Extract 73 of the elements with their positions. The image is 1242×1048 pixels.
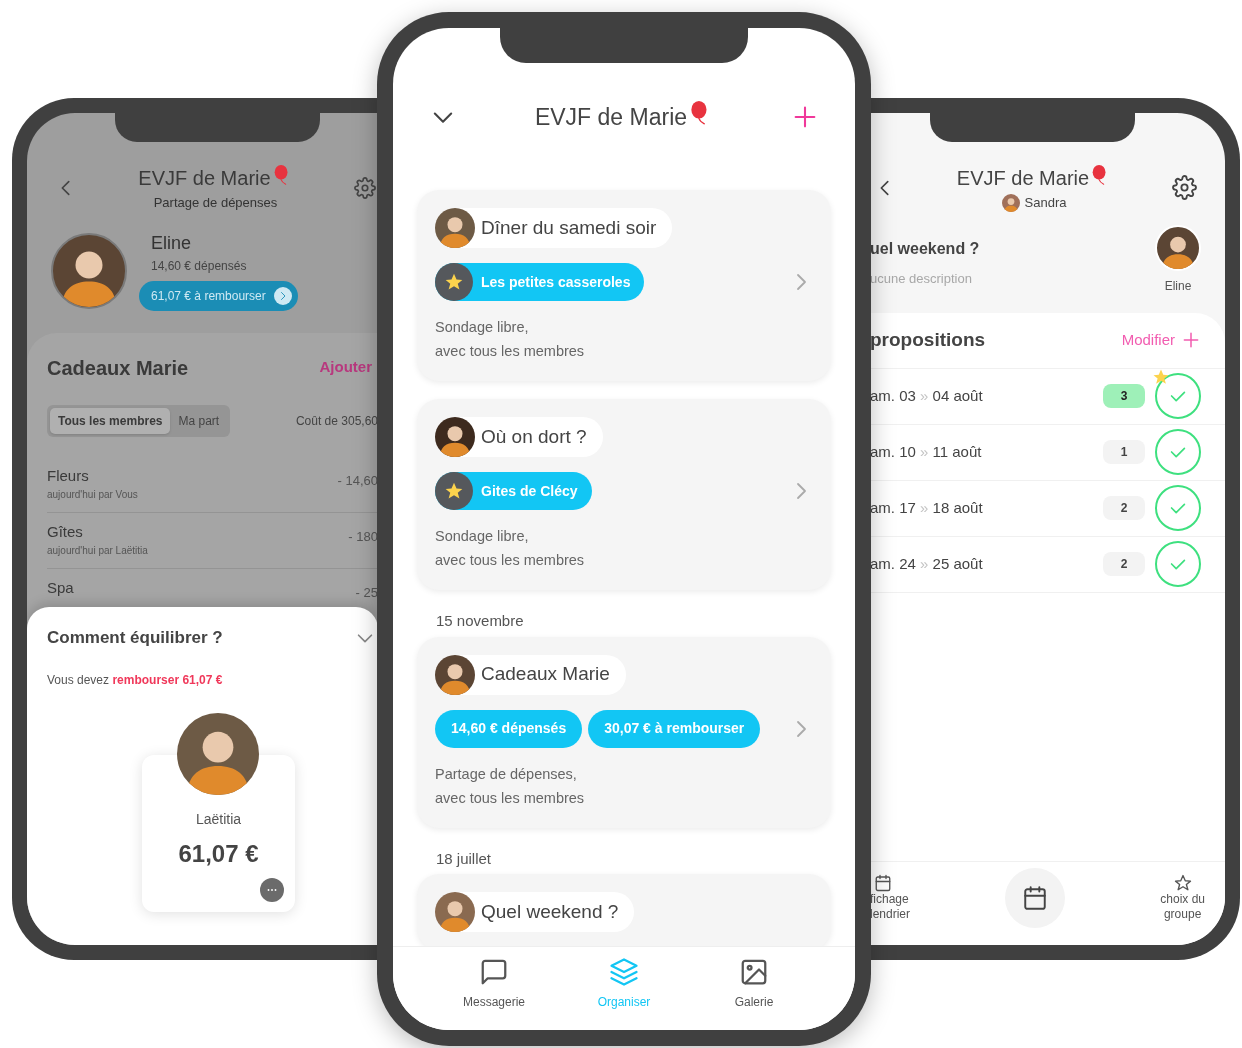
layers-icon <box>609 957 639 987</box>
avatar <box>435 892 475 932</box>
star-icon <box>444 481 464 501</box>
avatar <box>435 417 475 457</box>
balance-sentence: Vous devez rembourser 61,07 € <box>47 671 224 689</box>
star-icon[interactable] <box>1173 874 1192 892</box>
sheet-title: Comment équilibrer ? <box>47 627 223 649</box>
option-dates: am. 24 » 25 août <box>870 553 983 574</box>
calendar-icon[interactable] <box>874 874 892 892</box>
segment-tab[interactable]: Tous les membres <box>50 407 171 434</box>
vote-count: 3 <box>1103 384 1145 408</box>
image-icon <box>739 957 769 987</box>
expense-name: Spa <box>47 577 74 598</box>
screen-title: EVJF de Marie <box>534 102 688 132</box>
card-title: Cadeaux Marie <box>481 662 610 687</box>
poll-title: propositions <box>870 327 986 352</box>
question-description: ucune description <box>870 269 973 288</box>
vote-count: 1 <box>1103 440 1145 464</box>
star-icon <box>444 272 464 292</box>
more-button[interactable] <box>260 878 284 902</box>
expense-amount: - 14,60 <box>337 471 378 490</box>
card-title: Quel weekend ? <box>481 899 619 924</box>
screen-title: EVJF de Marie <box>138 166 271 191</box>
option-dates: am. 03 » 04 août <box>870 385 983 406</box>
settings-icon[interactable] <box>1172 175 1197 201</box>
screen-title: EVJF de Marie <box>956 166 1090 191</box>
event-card[interactable]: Où on dort ? Gites de Clécy Sondage libre, avec tous les membres <box>417 399 831 590</box>
question-title: uel weekend ? <box>870 238 980 259</box>
calendar-icon <box>1022 885 1049 911</box>
expense-detail: aujourd'hui par Laëtitia <box>47 544 148 558</box>
expense-name: Fleurs <box>47 465 90 486</box>
nav-label[interactable]: fichage lendrier <box>870 892 911 922</box>
section-date: 18 juillet <box>435 848 493 869</box>
screen-subtitle: Partage de dépenses <box>153 194 278 212</box>
card-description: Sondage libre, avec tous les membres <box>435 318 586 361</box>
expense-detail: aujourd'hui par Vous <box>47 488 138 502</box>
expense-amount: - 180 <box>348 527 378 546</box>
event-card[interactable]: Cadeaux Marie 14,60 € dépensés 30,07 € à rembourser Partage de dépenses, avec tous les membres <box>417 636 831 828</box>
tag-pill: 30,07 € à rembourser <box>588 709 761 748</box>
tag-pill: 14,60 € dépensés <box>435 709 583 748</box>
vote-count: 2 <box>1103 552 1145 576</box>
avatar <box>1155 224 1201 271</box>
plus-icon <box>1181 330 1201 350</box>
tab[interactable]: Messagerie <box>429 957 559 1030</box>
group-title: Cadeaux Marie <box>47 355 189 381</box>
tab[interactable]: Galerie <box>689 957 819 1030</box>
avatar <box>435 654 475 695</box>
card-title: Où on dort ? <box>481 424 587 449</box>
message-icon <box>479 957 509 987</box>
card-description: Partage de dépenses, avec tous les membres <box>435 764 586 808</box>
creditor-name: Laëtitia <box>195 810 242 829</box>
avatar <box>435 208 475 248</box>
card-title: Dîner du samedi soir <box>481 215 657 240</box>
event-card[interactable]: Quel weekend ? <box>417 874 831 946</box>
total-cost: Coût de 305,60 <box>295 412 378 430</box>
vote-count: 2 <box>1103 496 1145 520</box>
settings-icon[interactable] <box>354 176 376 199</box>
author-name: Sandra <box>1024 194 1067 212</box>
nav-label[interactable]: choix du groupe <box>1160 892 1205 922</box>
tag-pill: Les petites casseroles <box>435 263 645 301</box>
option-dates: am. 10 » 11 août <box>870 441 982 462</box>
member-name: Eline <box>1164 277 1192 295</box>
option-dates: am. 17 » 18 août <box>870 497 983 518</box>
tag-pill: Gites de Clécy <box>435 472 592 510</box>
expense-amount: - 25 <box>355 583 378 602</box>
creditor-amount: 61,07 € <box>178 839 259 869</box>
section-date: 15 novembre <box>435 611 525 631</box>
profile-name: Eline <box>151 231 192 255</box>
spent-amount: 14,60 € dépensés <box>151 257 247 275</box>
expense-name: Gîtes <box>47 521 84 542</box>
card-description: Sondage libre, avec tous les membres <box>435 527 586 570</box>
avatar <box>1001 193 1020 212</box>
event-card[interactable]: Dîner du samedi soir Les petites casseroles Sondage libre, avec tous les membres <box>417 190 831 381</box>
